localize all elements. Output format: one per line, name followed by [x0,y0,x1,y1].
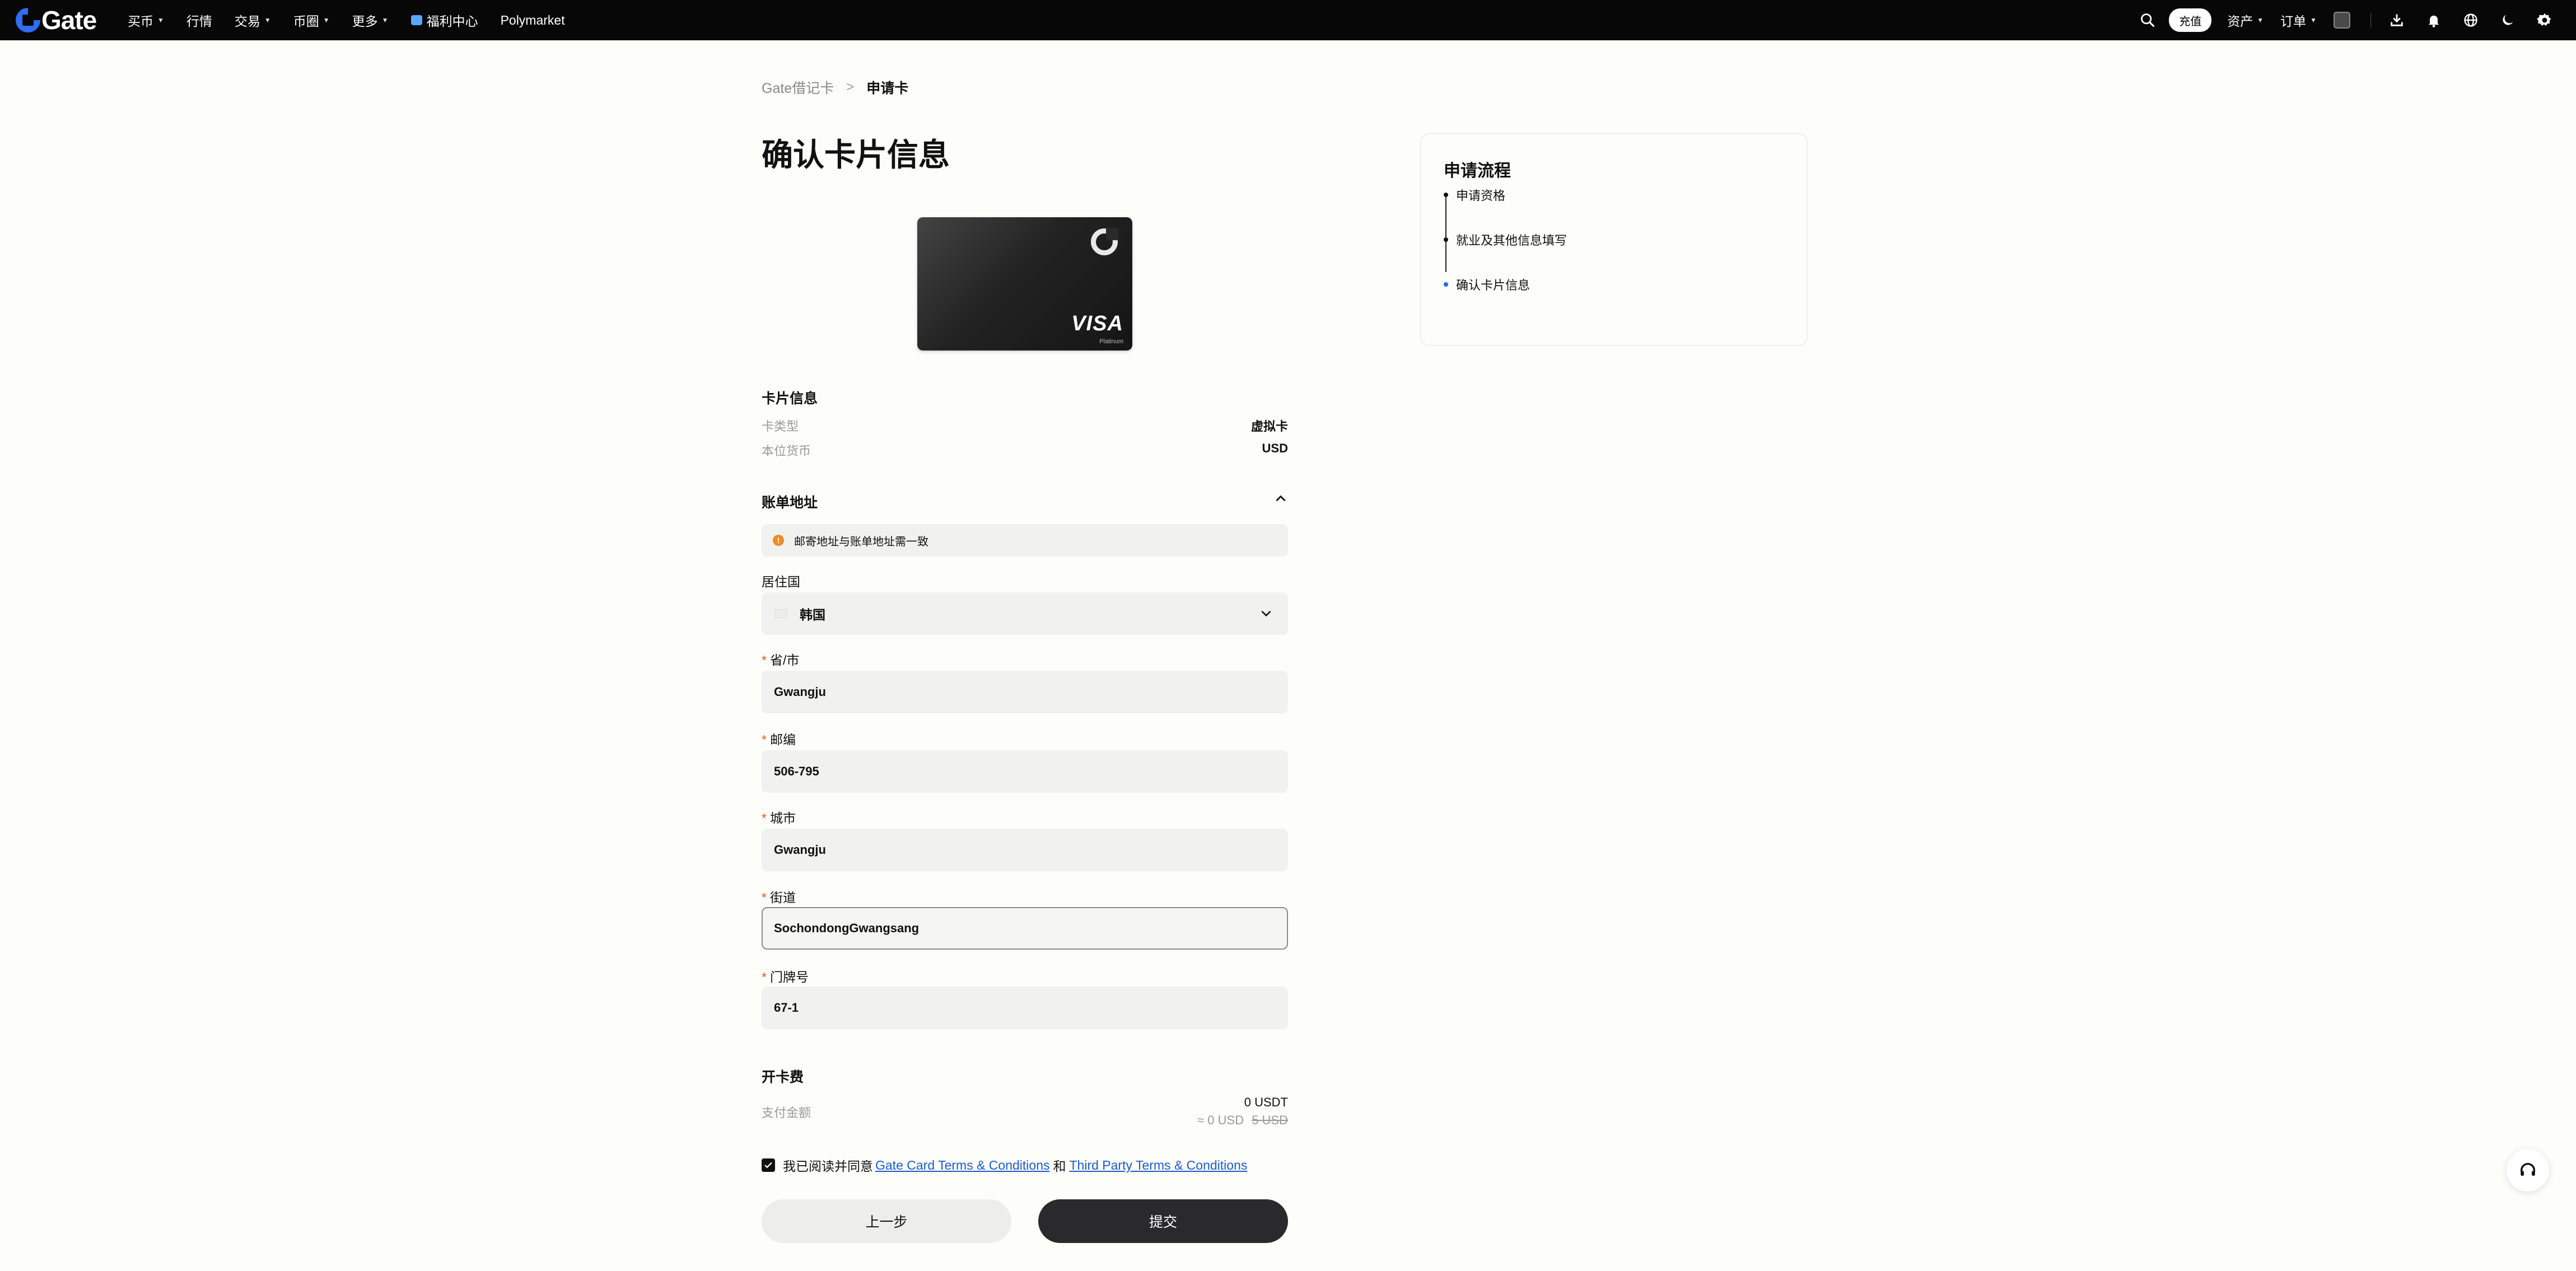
chevron-up-icon[interactable] [1273,492,1288,506]
caret-down-icon: ▼ [323,16,330,24]
card-type-label: 卡类型 [762,419,799,433]
page-title: 确认卡片信息 [762,137,950,172]
nav-assets[interactable]: 资产 ▼ [2227,11,2264,30]
base-currency-label: 本位货币 [762,444,811,458]
fee-approx: ≈ 0 USD [1197,1113,1244,1127]
caret-down-icon: ▼ [157,16,164,24]
download-icon[interactable] [2386,9,2408,31]
province-input[interactable] [762,671,1288,713]
breadcrumb-current: 申请卡 [866,81,909,96]
process-step-confirm-card: 确认卡片信息 [1444,275,1530,293]
process-step-eligibility: 申请资格 [1444,186,1505,204]
breadcrumb-gate-debit-card[interactable]: Gate借记卡 [762,77,834,97]
nav-buy-crypto[interactable]: 买币 ▼ [128,11,164,30]
caret-down-icon: ▼ [264,16,271,24]
nav-divider [2370,13,2371,27]
postal-code-input[interactable] [762,750,1288,793]
card-tier: Platinum [1099,338,1123,345]
house-number-label: * 门牌号 [762,970,809,984]
bell-icon[interactable] [2423,9,2445,31]
chevron-right-icon: > [846,80,855,95]
top-nav: Gate 买币 ▼ 行情 交易 ▼ 币圈 ▼ 更多 ▼ 福利中心 Polymarket … [0,0,2576,40]
terms-conj: 和 [1053,1159,1066,1174]
card-fee-title: 开卡费 [762,1069,804,1085]
moon-icon[interactable] [2496,9,2519,31]
nav-trade[interactable]: 交易 ▼ [235,11,271,30]
street-label: * 街道 [762,890,796,905]
nav-right: 充值 资产 ▼ 订单 ▼ [2136,0,2576,40]
caret-down-icon: ▼ [381,16,389,24]
step-dot-active [1444,282,1448,287]
terms-checkbox[interactable] [762,1158,775,1172]
caret-down-icon: ▼ [2257,16,2264,24]
fee-amount: 0 USDT [1244,1095,1288,1109]
street-input[interactable] [762,907,1288,950]
deposit-button[interactable]: 充值 [2169,8,2212,32]
nav-markets[interactable]: 行情 [186,11,212,30]
billing-notice-text: 邮寄地址与账单地址需一致 [794,535,928,548]
visa-logo: VISA [1071,312,1123,335]
terms-prefix: 我已阅读并同意 [783,1159,873,1174]
postal-code-label: * 邮编 [762,732,796,747]
gate-card-logo-icon [1091,228,1118,255]
city-input[interactable] [762,829,1288,871]
card-type-value: 虚拟卡 [1250,419,1288,433]
customer-support-button[interactable] [2507,1149,2549,1191]
logo-text: Gate [41,6,97,35]
fee-amount-row: 支付金额 0 USDT ≈ 0 USD 5 USD [762,1095,1288,1128]
gate-logo[interactable]: Gate [16,6,97,35]
gate-logo-icon [16,8,40,32]
fee-amount-values: 0 USDT ≈ 0 USD 5 USD [1197,1095,1288,1128]
nav-orders[interactable]: 订单 ▼ [2280,11,2317,30]
nav-crypto-circle[interactable]: 币圈 ▼ [293,11,330,30]
step-dot [1444,193,1448,197]
application-process-panel: 申请流程 申请资格 就业及其他信息填写 确认卡片信息 [1420,133,1808,346]
country-value: 韩国 [800,608,825,622]
terms-agreement: 我已阅读并同意 Gate Card Terms & Conditions 和 T… [762,1156,1247,1175]
nav-menu: 买币 ▼ 行情 交易 ▼ 币圈 ▼ 更多 ▼ 福利中心 Polymarket [128,0,587,40]
card-type-row: 卡类型 虚拟卡 [762,417,1288,434]
card-image: VISA Platinum [917,217,1132,351]
billing-notice: ! 邮寄地址与账单地址需一致 [762,524,1288,557]
gift-icon [410,15,422,25]
korea-flag-icon [775,609,787,618]
billing-address-title: 账单地址 [762,495,818,511]
warning-icon: ! [773,535,784,546]
step-dot [1444,237,1448,242]
globe-icon[interactable] [2460,9,2482,31]
city-label: * 城市 [762,811,796,825]
base-currency-row: 本位货币 USD [762,441,1288,459]
process-step-employment-info: 就业及其他信息填写 [1444,231,1567,249]
nav-rewards-hub[interactable]: 福利中心 [410,11,478,30]
base-currency-value: USD [1262,441,1288,455]
country-label: 居住国 [762,574,800,589]
avatar[interactable] [2334,12,2350,29]
house-number-input[interactable] [762,987,1288,1029]
headset-icon [2520,1163,2536,1176]
card-info-title: 卡片信息 [762,391,818,406]
search-icon[interactable] [2136,9,2159,31]
previous-step-button[interactable]: 上一步 [762,1199,1011,1243]
fee-approx-row: ≈ 0 USD 5 USD [1197,1113,1288,1128]
fee-original: 5 USD [1252,1113,1288,1127]
gate-card-terms-link[interactable]: Gate Card Terms & Conditions [875,1158,1050,1173]
breadcrumb: Gate借记卡 > 申请卡 [762,77,908,97]
province-label: * 省/市 [762,653,800,667]
gear-icon[interactable] [2533,9,2556,31]
caret-down-icon: ▼ [2310,16,2317,24]
submit-button[interactable]: 提交 [1038,1199,1288,1243]
nav-polymarket[interactable]: Polymarket [501,13,565,28]
country-select[interactable]: 韩国 [762,592,1288,635]
fee-amount-label: 支付金额 [762,1106,811,1120]
third-party-terms-link[interactable]: Third Party Terms & Conditions [1070,1158,1248,1173]
process-title: 申请流程 [1444,162,1511,180]
nav-more[interactable]: 更多 ▼ [352,11,389,30]
chevron-down-icon [1259,606,1273,620]
